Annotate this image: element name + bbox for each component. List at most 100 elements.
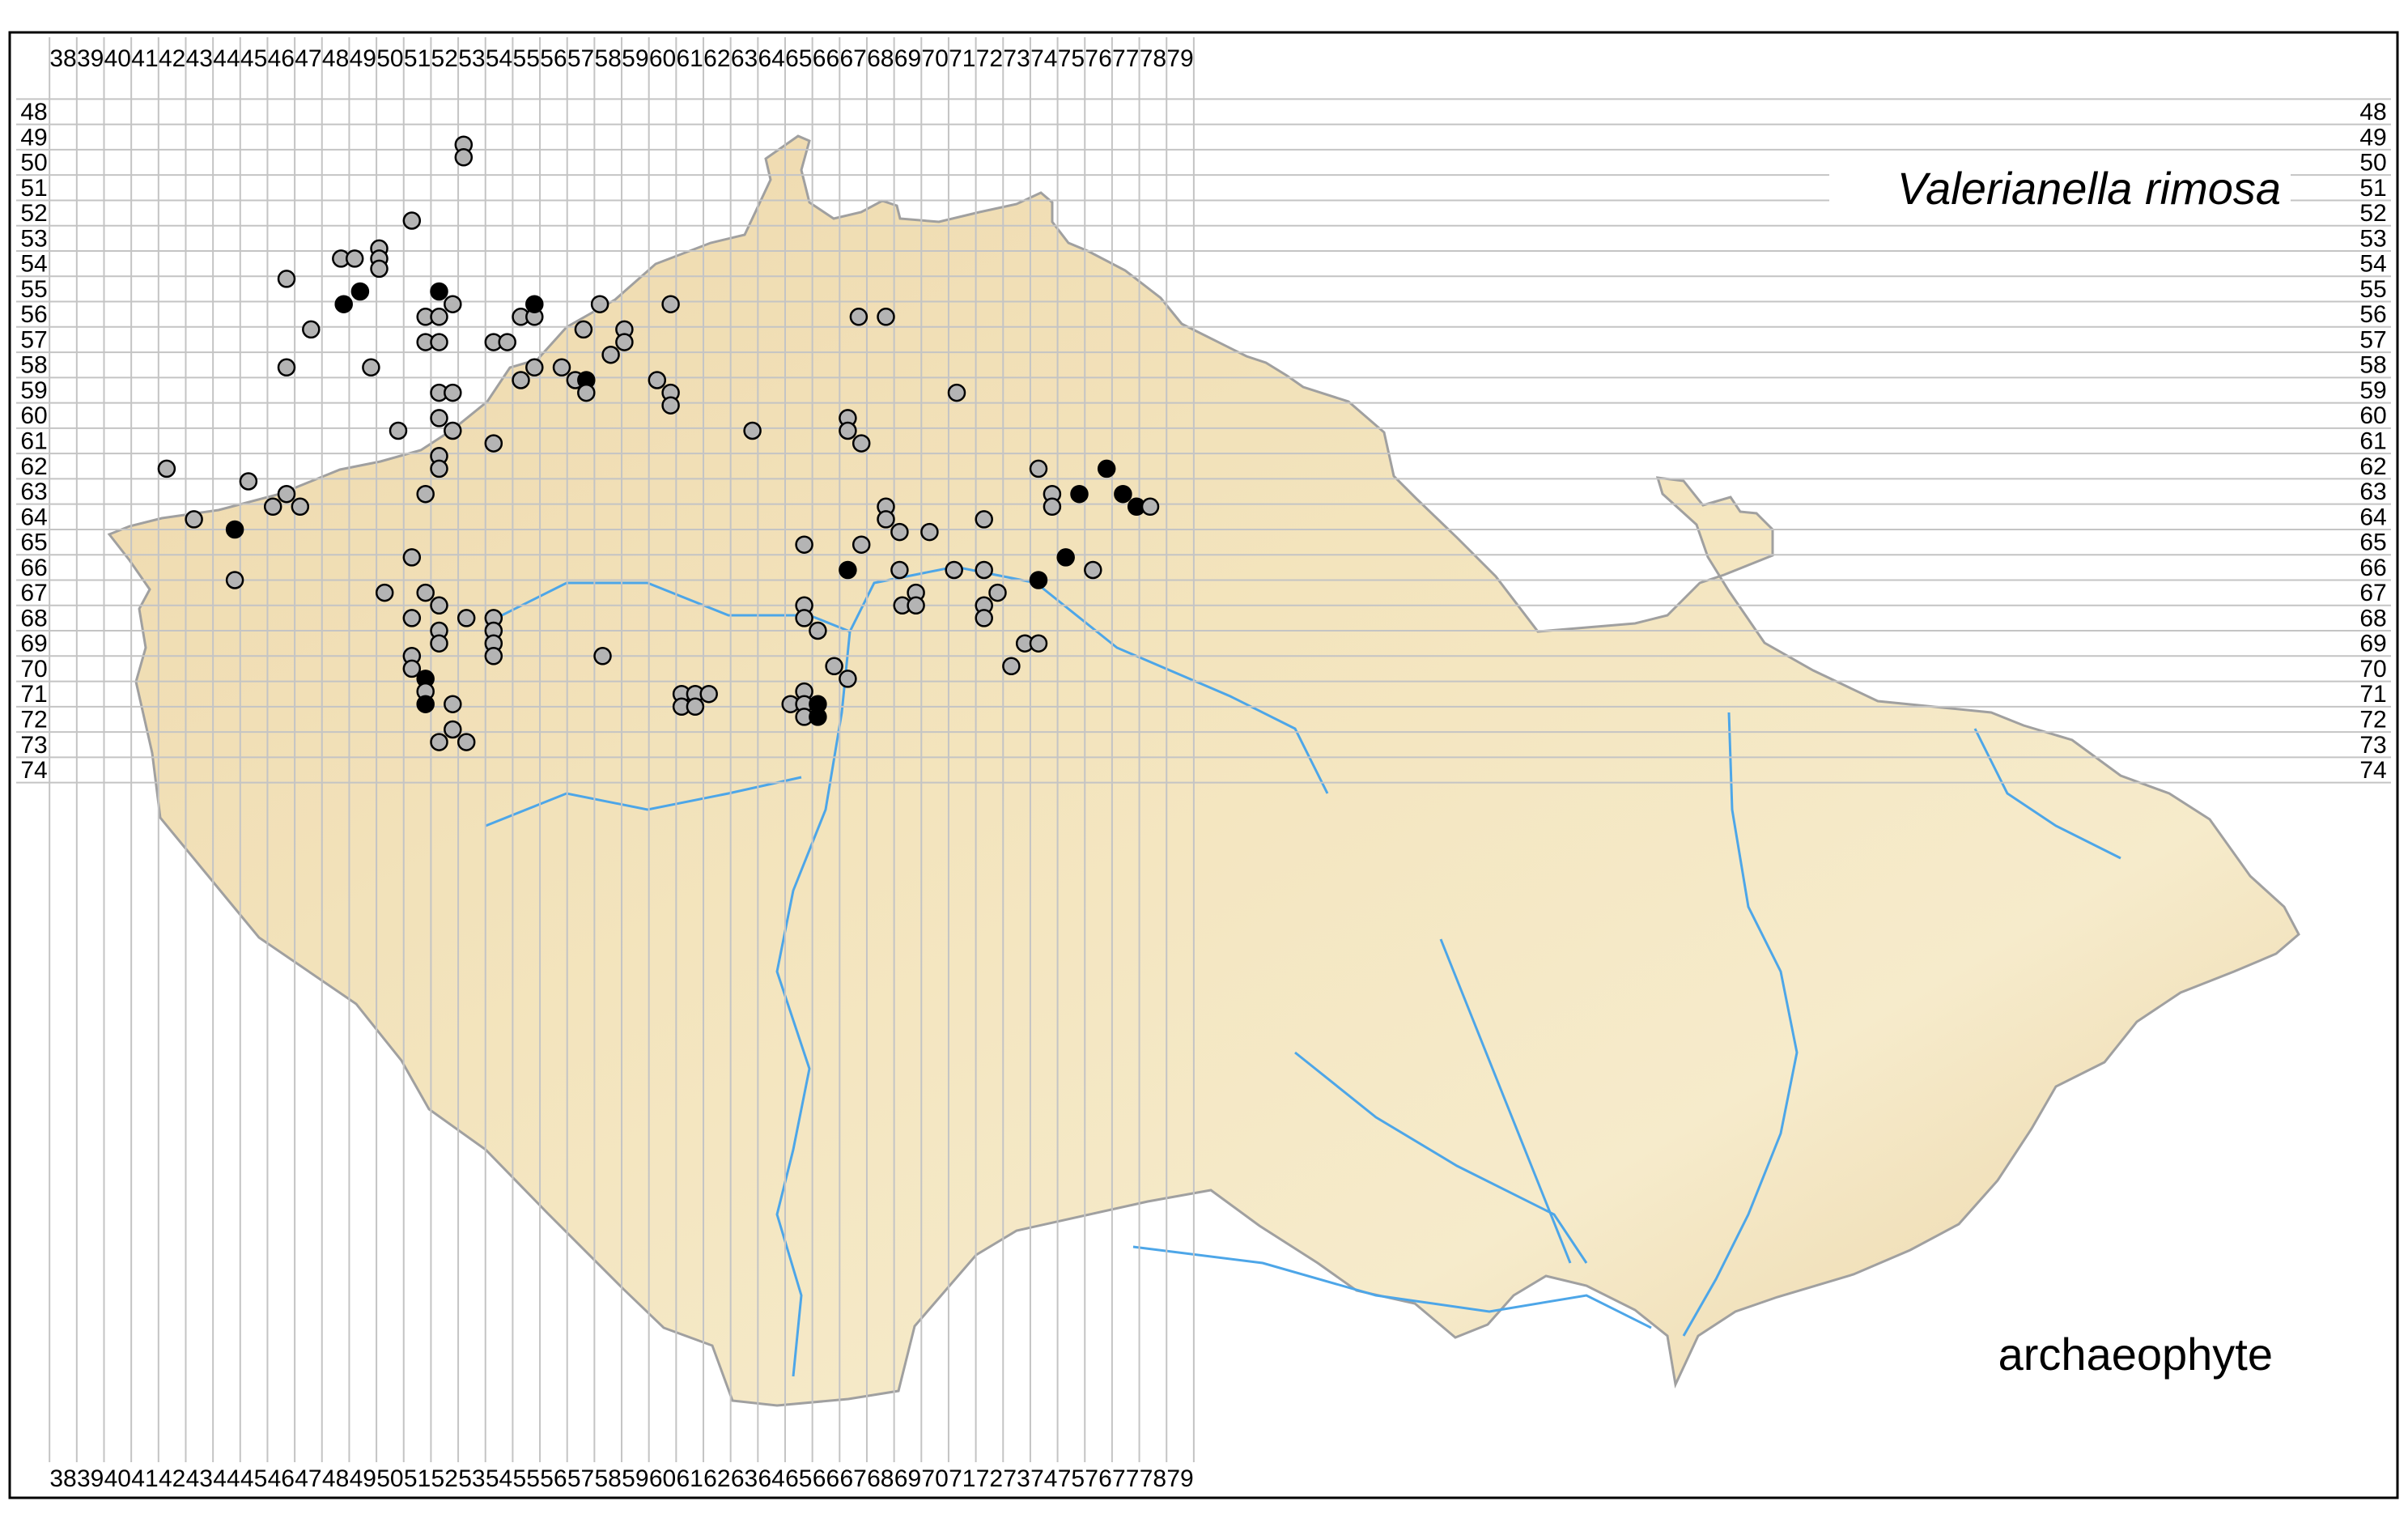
column-label: 51: [404, 1465, 431, 1492]
column-label: 68: [867, 45, 894, 72]
row-label: 62: [2359, 453, 2386, 480]
occurrence-dot-gray: [686, 697, 705, 717]
occurrence-dot-gray: [484, 647, 503, 666]
row-label: 69: [2359, 631, 2386, 657]
column-label: 39: [77, 1465, 104, 1492]
column-label: 48: [322, 45, 349, 72]
row-label: 63: [20, 478, 47, 505]
occurrence-dot-gray: [302, 320, 321, 339]
column-label: 74: [1030, 1465, 1057, 1492]
column-label: 50: [376, 45, 403, 72]
row-label: 58: [2359, 352, 2386, 379]
occurrence-dot-black: [809, 708, 827, 726]
column-label: 55: [513, 1465, 540, 1492]
occurrence-dot-black: [225, 520, 244, 539]
occurrence-dot-gray: [430, 333, 448, 351]
column-label: 70: [921, 1465, 948, 1492]
column-label: 53: [458, 45, 485, 72]
occurrence-dot-gray: [890, 560, 909, 580]
column-label: 78: [1140, 1465, 1166, 1492]
occurrence-dot-gray: [975, 609, 993, 627]
column-label: 60: [649, 1465, 676, 1492]
occurrence-dot-gray: [661, 295, 680, 313]
occurrence-dot-gray: [457, 733, 476, 751]
column-label: 78: [1140, 45, 1166, 72]
occurrence-dot-gray: [225, 571, 244, 589]
occurrence-dot-gray: [852, 434, 871, 453]
occurrence-dot-gray: [454, 148, 474, 167]
row-label: 72: [2359, 706, 2386, 733]
occurrence-dot-gray: [512, 371, 530, 389]
occurrence-dot-gray: [291, 497, 310, 517]
column-label: 38: [49, 1465, 76, 1492]
occurrence-dot-gray: [593, 647, 612, 666]
column-label: 58: [595, 1465, 622, 1492]
row-label: 59: [20, 377, 47, 404]
column-label: 61: [676, 1465, 703, 1492]
occurrence-dot-gray: [263, 497, 282, 517]
occurrence-dot-gray: [430, 634, 448, 653]
column-label: 45: [240, 1465, 267, 1492]
occurrence-dot-gray: [648, 371, 667, 389]
occurrence-dot-gray: [945, 560, 963, 580]
row-label: 67: [20, 580, 47, 606]
occurrence-dot-gray: [852, 535, 871, 554]
column-label: 58: [595, 45, 622, 72]
distribution-map: 3838393940404141424243434444454546464747…: [8, 31, 2399, 1499]
occurrence-dot-gray: [345, 249, 364, 268]
row-label: 69: [20, 631, 47, 657]
occurrence-dot-black: [430, 282, 448, 301]
column-label: 63: [731, 1465, 758, 1492]
occurrence-dot-gray: [389, 421, 408, 440]
occurrence-dot-gray: [699, 684, 718, 704]
column-label: 46: [268, 1465, 295, 1492]
occurrence-dot-gray: [577, 383, 596, 402]
occurrence-dot-gray: [277, 358, 296, 377]
occurrence-dot-gray: [498, 333, 516, 351]
row-label: 50: [20, 150, 47, 176]
column-label: 38: [49, 45, 76, 72]
column-label: 79: [1166, 1465, 1193, 1492]
occurrence-dot-black: [416, 695, 435, 713]
row-label: 56: [2359, 301, 2386, 328]
column-label: 42: [159, 45, 185, 72]
row-label: 65: [2359, 529, 2386, 556]
occurrence-dot-gray: [1029, 459, 1048, 478]
row-label: 56: [20, 301, 47, 328]
column-label: 43: [186, 45, 213, 72]
column-label: 44: [213, 1465, 240, 1492]
column-label: 55: [513, 45, 540, 72]
row-label: 73: [2359, 732, 2386, 759]
occurrence-dot-gray: [601, 345, 620, 364]
occurrence-dot-black: [334, 295, 353, 313]
occurrence-dot-gray: [1084, 560, 1102, 580]
row-label: 53: [2359, 225, 2386, 252]
column-label: 71: [949, 45, 975, 72]
column-label: 54: [486, 45, 512, 72]
row-label: 49: [20, 124, 47, 151]
row-label: 64: [20, 504, 47, 530]
row-label: 54: [2359, 251, 2386, 278]
occurrence-dot-gray: [552, 358, 571, 377]
row-label: 54: [20, 251, 47, 278]
column-label: 73: [1003, 45, 1030, 72]
row-label: 70: [2359, 656, 2386, 683]
row-label: 61: [20, 428, 47, 455]
row-label: 50: [2359, 150, 2386, 176]
column-label: 75: [1058, 45, 1085, 72]
column-label: 71: [949, 1465, 975, 1492]
occurrence-dot-gray: [362, 358, 380, 377]
row-label: 66: [2359, 555, 2386, 581]
occurrence-dot-gray: [1029, 634, 1048, 653]
occurrence-dot-gray: [877, 510, 895, 529]
row-label: 58: [20, 352, 47, 379]
column-label: 67: [839, 1465, 866, 1492]
column-label: 68: [867, 1465, 894, 1492]
occurrence-dot-black: [1029, 571, 1048, 589]
occurrence-dot-gray: [907, 596, 925, 615]
occurrence-dot-gray: [1140, 497, 1160, 517]
column-label: 41: [131, 45, 158, 72]
occurrence-dot-gray: [1002, 657, 1021, 676]
column-label: 51: [404, 45, 431, 72]
occurrence-dot-black: [350, 282, 370, 301]
